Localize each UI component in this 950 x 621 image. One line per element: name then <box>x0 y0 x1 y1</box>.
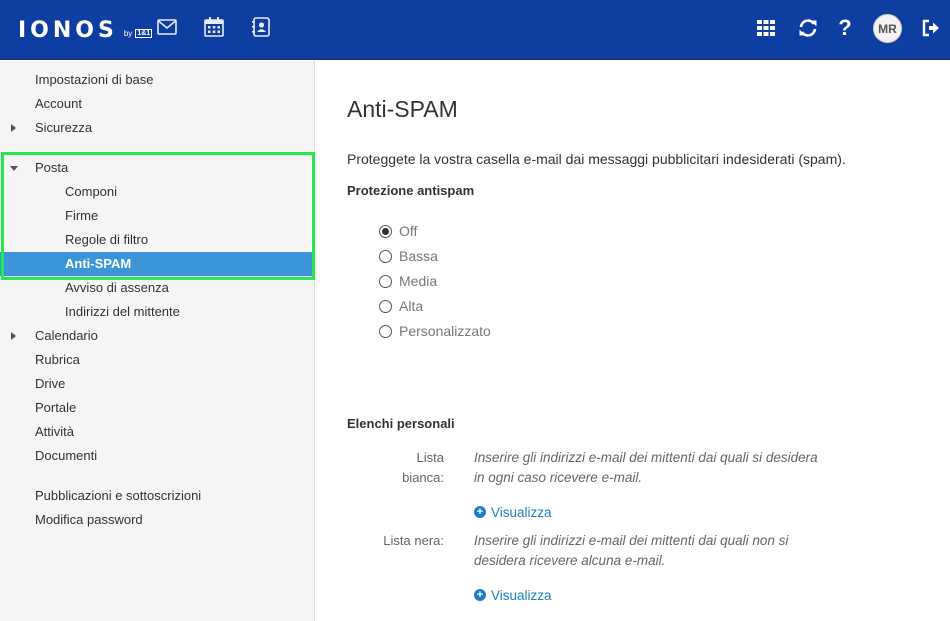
sidebar-item-label: Portale <box>35 400 77 415</box>
sidebar-item-label: Rubrica <box>35 352 80 367</box>
radio-custom[interactable]: Personalizzato <box>379 321 491 341</box>
sidebar-item-tasks[interactable]: Attività <box>0 420 315 444</box>
sidebar-item-out-of-office[interactable]: Avviso di assenza <box>0 276 315 300</box>
mail-icon[interactable] <box>156 16 178 38</box>
sidebar-item-label: Firme <box>65 208 99 223</box>
sidebar-item-security[interactable]: Sicurezza <box>0 116 315 140</box>
blacklist-label: Lista nera: <box>383 533 444 548</box>
ionos-logo[interactable]: IONOS by 1&1 <box>18 16 153 44</box>
sidebar-item-label: Documenti <box>35 448 98 463</box>
radio-button[interactable] <box>379 249 392 263</box>
address-book-icon[interactable] <box>250 16 272 38</box>
page-title: Anti-SPAM <box>347 96 458 122</box>
sidebar-item-label: Avviso di assenza <box>65 280 169 295</box>
brand-badge: 1&1 <box>135 28 153 38</box>
apps-grid-icon[interactable] <box>755 17 777 39</box>
sidebar-item-label: Regole di filtro <box>65 232 149 247</box>
caret-right-icon[interactable] <box>11 332 16 340</box>
sidebar-item-label: Pubblicazioni e sottoscrizioni <box>35 488 202 503</box>
whitelist-label: Lista bianca: <box>377 448 444 488</box>
sidebar-item-label: Posta <box>35 160 69 175</box>
sidebar-item-label: Indirizzi del mittente <box>65 304 180 319</box>
help-icon[interactable]: ? <box>834 17 856 39</box>
sidebar-item-account[interactable]: Account <box>0 92 315 116</box>
refresh-icon[interactable] <box>797 17 819 39</box>
plus-circle-icon: + <box>474 506 486 518</box>
sidebar-item-publications[interactable]: Pubblicazioni e sottoscrizioni <box>0 484 315 508</box>
sidebar-item-contacts[interactable]: Rubrica <box>0 348 315 372</box>
settings-sidebar: Impostazioni di base Account Sicurezza P… <box>0 61 315 621</box>
whitelist-description: Inserire gli indirizzi e-mail dei mitten… <box>474 450 818 485</box>
sidebar-item-anti-spam[interactable]: Anti-SPAM <box>0 252 315 276</box>
sidebar-item-label: Sicurezza <box>35 120 93 135</box>
radio-label: Media <box>399 273 438 289</box>
intro-text: Proteggete la vostra casella e-mail dai … <box>347 151 846 167</box>
sidebar-item-change-password[interactable]: Modifica password <box>0 508 315 532</box>
caret-right-icon[interactable] <box>11 124 16 132</box>
main-content: Anti-SPAM Proteggete la vostra casella e… <box>347 61 947 621</box>
sidebar-item-compose[interactable]: Componi <box>0 180 315 204</box>
sidebar-item-filter-rules[interactable]: Regole di filtro <box>0 228 315 252</box>
personal-lists-title: Elenchi personali <box>347 416 455 431</box>
blacklist-description: Inserire gli indirizzi e-mail dei mitten… <box>474 533 789 568</box>
sidebar-item-label: Anti-SPAM <box>65 256 132 271</box>
sidebar-item-label: Modifica password <box>35 512 143 527</box>
top-bar: IONOS by 1&1 ? MR <box>0 0 950 60</box>
sidebar-item-calendar[interactable]: Calendario <box>0 324 315 348</box>
show-link-label[interactable]: Visualizza <box>491 588 552 603</box>
sidebar-item-basic-settings[interactable]: Impostazioni di base <box>0 68 315 92</box>
radio-button[interactable] <box>379 299 392 313</box>
radio-medium[interactable]: Media <box>379 271 437 291</box>
caret-down-icon[interactable] <box>10 166 18 171</box>
whitelist-label-line2: bianca: <box>402 470 444 485</box>
sidebar-item-signatures[interactable]: Firme <box>0 204 315 228</box>
sidebar-item-mail[interactable]: Posta <box>0 156 315 180</box>
whitelist-label-line1: Lista <box>416 450 444 465</box>
protection-title: Protezione antispam <box>347 183 475 198</box>
whitelist-show-link[interactable]: + Visualizza <box>474 502 552 522</box>
sidebar-item-sender-addresses[interactable]: Indirizzi del mittente <box>0 300 315 324</box>
radio-off[interactable]: Off <box>379 221 417 241</box>
radio-label: Alta <box>399 298 424 314</box>
sidebar-item-label: Calendario <box>35 328 98 343</box>
radio-button[interactable] <box>379 324 392 338</box>
sidebar-item-label: Account <box>35 96 82 111</box>
sidebar-item-label: Impostazioni di base <box>35 72 154 87</box>
sidebar-item-drive[interactable]: Drive <box>0 372 315 396</box>
logout-icon[interactable] <box>920 17 942 39</box>
sidebar-item-portal[interactable]: Portale <box>0 396 315 420</box>
sidebar-item-label: Attività <box>35 424 75 439</box>
radio-label: Off <box>399 223 418 239</box>
brand-name: IONOS <box>18 17 118 43</box>
brand-by: by <box>123 28 133 38</box>
blacklist-show-link[interactable]: + Visualizza <box>474 585 552 605</box>
radio-low[interactable]: Bassa <box>379 246 438 266</box>
avatar[interactable]: MR <box>873 14 902 43</box>
radio-high[interactable]: Alta <box>379 296 423 316</box>
radio-button[interactable] <box>379 274 392 288</box>
sidebar-item-label: Componi <box>65 184 118 199</box>
sidebar-item-label: Drive <box>35 376 66 391</box>
radio-label: Bassa <box>399 248 438 264</box>
calendar-icon[interactable] <box>203 16 225 38</box>
plus-circle-icon: + <box>474 589 486 601</box>
show-link-label[interactable]: Visualizza <box>491 505 552 520</box>
radio-label: Personalizzato <box>399 323 491 339</box>
radio-button[interactable] <box>379 224 392 238</box>
sidebar-item-documents[interactable]: Documenti <box>0 444 315 468</box>
